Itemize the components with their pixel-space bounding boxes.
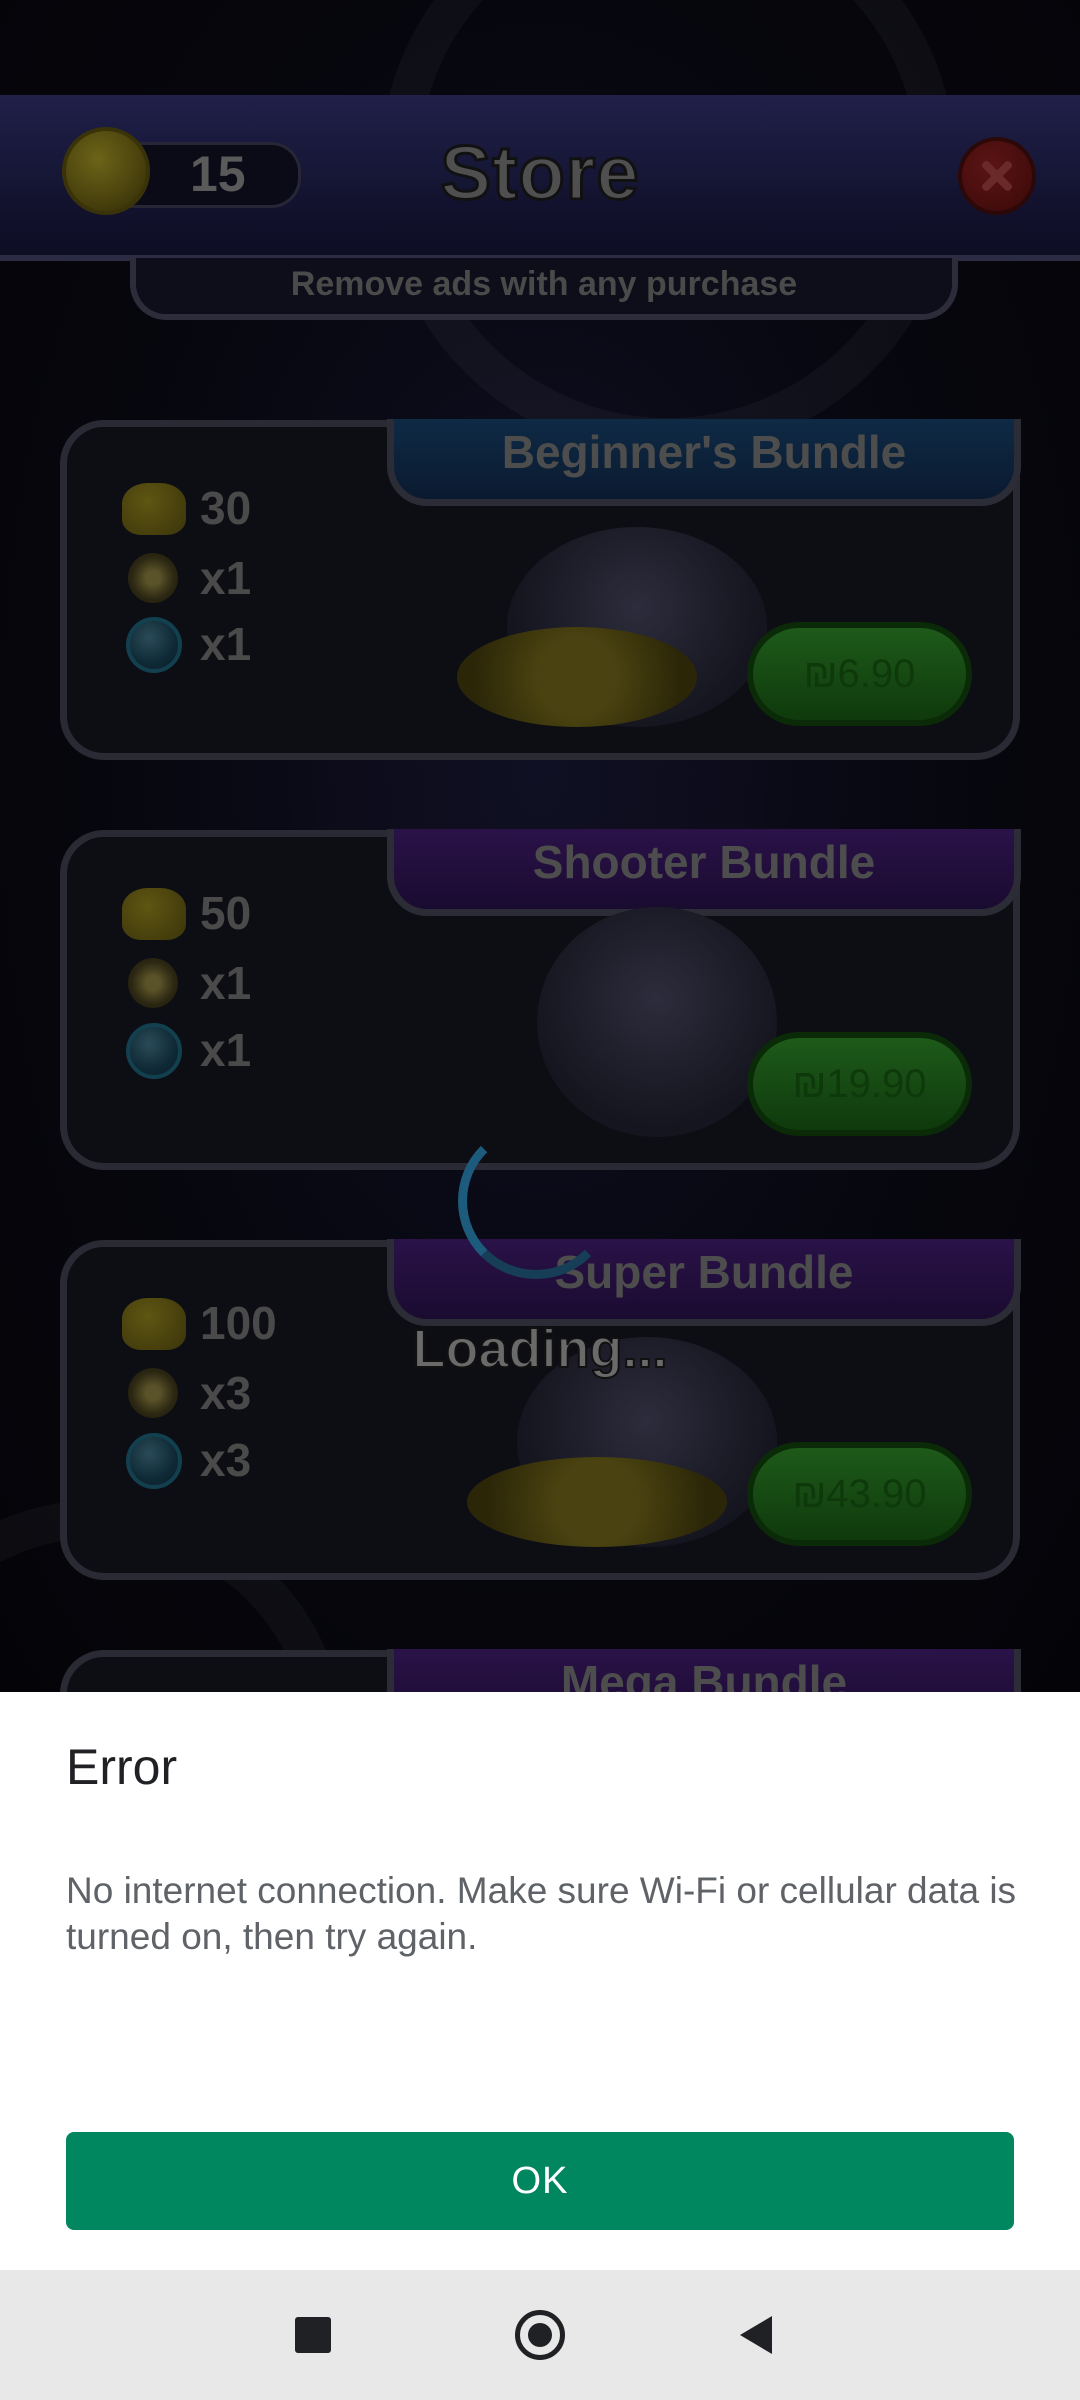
dialog-title: Error bbox=[66, 1739, 178, 1795]
coins-icon bbox=[122, 888, 186, 940]
coins-icon bbox=[122, 483, 186, 535]
dialog-message: No internet connection. Make sure Wi-Fi … bbox=[66, 1870, 1017, 1957]
buy-button[interactable]: ₪43.90 bbox=[747, 1442, 972, 1546]
coins-illustration bbox=[457, 627, 697, 727]
buy-button[interactable]: ₪19.90 bbox=[747, 1032, 972, 1136]
remove-ads-banner: Remove ads with any purchase bbox=[130, 258, 958, 320]
home-circle-icon[interactable] bbox=[515, 2310, 565, 2360]
bundle-card-shooter[interactable]: Shooter Bundle 50 x1 x1 ₪19.90 bbox=[60, 829, 1021, 1170]
coins-amount: 30 bbox=[200, 482, 252, 534]
bubble-powerup-icon bbox=[126, 617, 182, 673]
coins-amount: 50 bbox=[200, 887, 252, 939]
game-store-screen: 15 Store Remove ads with any purchase Be… bbox=[0, 0, 1080, 1692]
bundle-title: Mega Bundle bbox=[387, 1649, 1021, 1692]
back-triangle-icon[interactable] bbox=[740, 2316, 772, 2354]
bundle-title: Shooter Bundle bbox=[387, 829, 1021, 916]
powerup-amount: x1 bbox=[200, 552, 252, 604]
bubble-powerup-icon bbox=[126, 1433, 182, 1489]
chest-illustration bbox=[537, 907, 777, 1137]
bundle-card-super[interactable]: Super Bundle 100 x3 x3 ₪43.90 bbox=[60, 1239, 1021, 1580]
bubble-powerup-icon bbox=[126, 1023, 182, 1079]
bubble-amount: x3 bbox=[200, 1434, 252, 1486]
loading-spinner bbox=[458, 1123, 614, 1279]
powerup-amount: x1 bbox=[200, 957, 252, 1009]
store-title: Store bbox=[439, 130, 640, 218]
ok-button[interactable]: OK bbox=[66, 2132, 1014, 2230]
system-navigation-bar bbox=[0, 2270, 1080, 2400]
recents-square-icon[interactable] bbox=[295, 2317, 331, 2353]
burst-powerup-icon bbox=[128, 958, 178, 1008]
error-dialog: Error No internet connection. Make sure … bbox=[0, 1692, 1080, 2270]
close-store-button[interactable] bbox=[958, 137, 1036, 215]
bundle-card-mega[interactable]: Mega Bundle bbox=[60, 1649, 1021, 1692]
coins-illustration bbox=[467, 1457, 727, 1547]
buy-button[interactable]: ₪6.90 bbox=[747, 622, 972, 726]
burst-powerup-icon bbox=[128, 553, 178, 603]
bubble-amount: x1 bbox=[200, 618, 252, 670]
bubble-amount: x1 bbox=[200, 1024, 252, 1076]
loading-text: Loading... bbox=[412, 1318, 669, 1380]
bundle-title: Beginner's Bundle bbox=[387, 419, 1021, 506]
store-header: 15 Store bbox=[0, 95, 1080, 261]
bundle-card-beginners[interactable]: Beginner's Bundle 30 x1 x1 ₪6.90 bbox=[60, 419, 1021, 760]
